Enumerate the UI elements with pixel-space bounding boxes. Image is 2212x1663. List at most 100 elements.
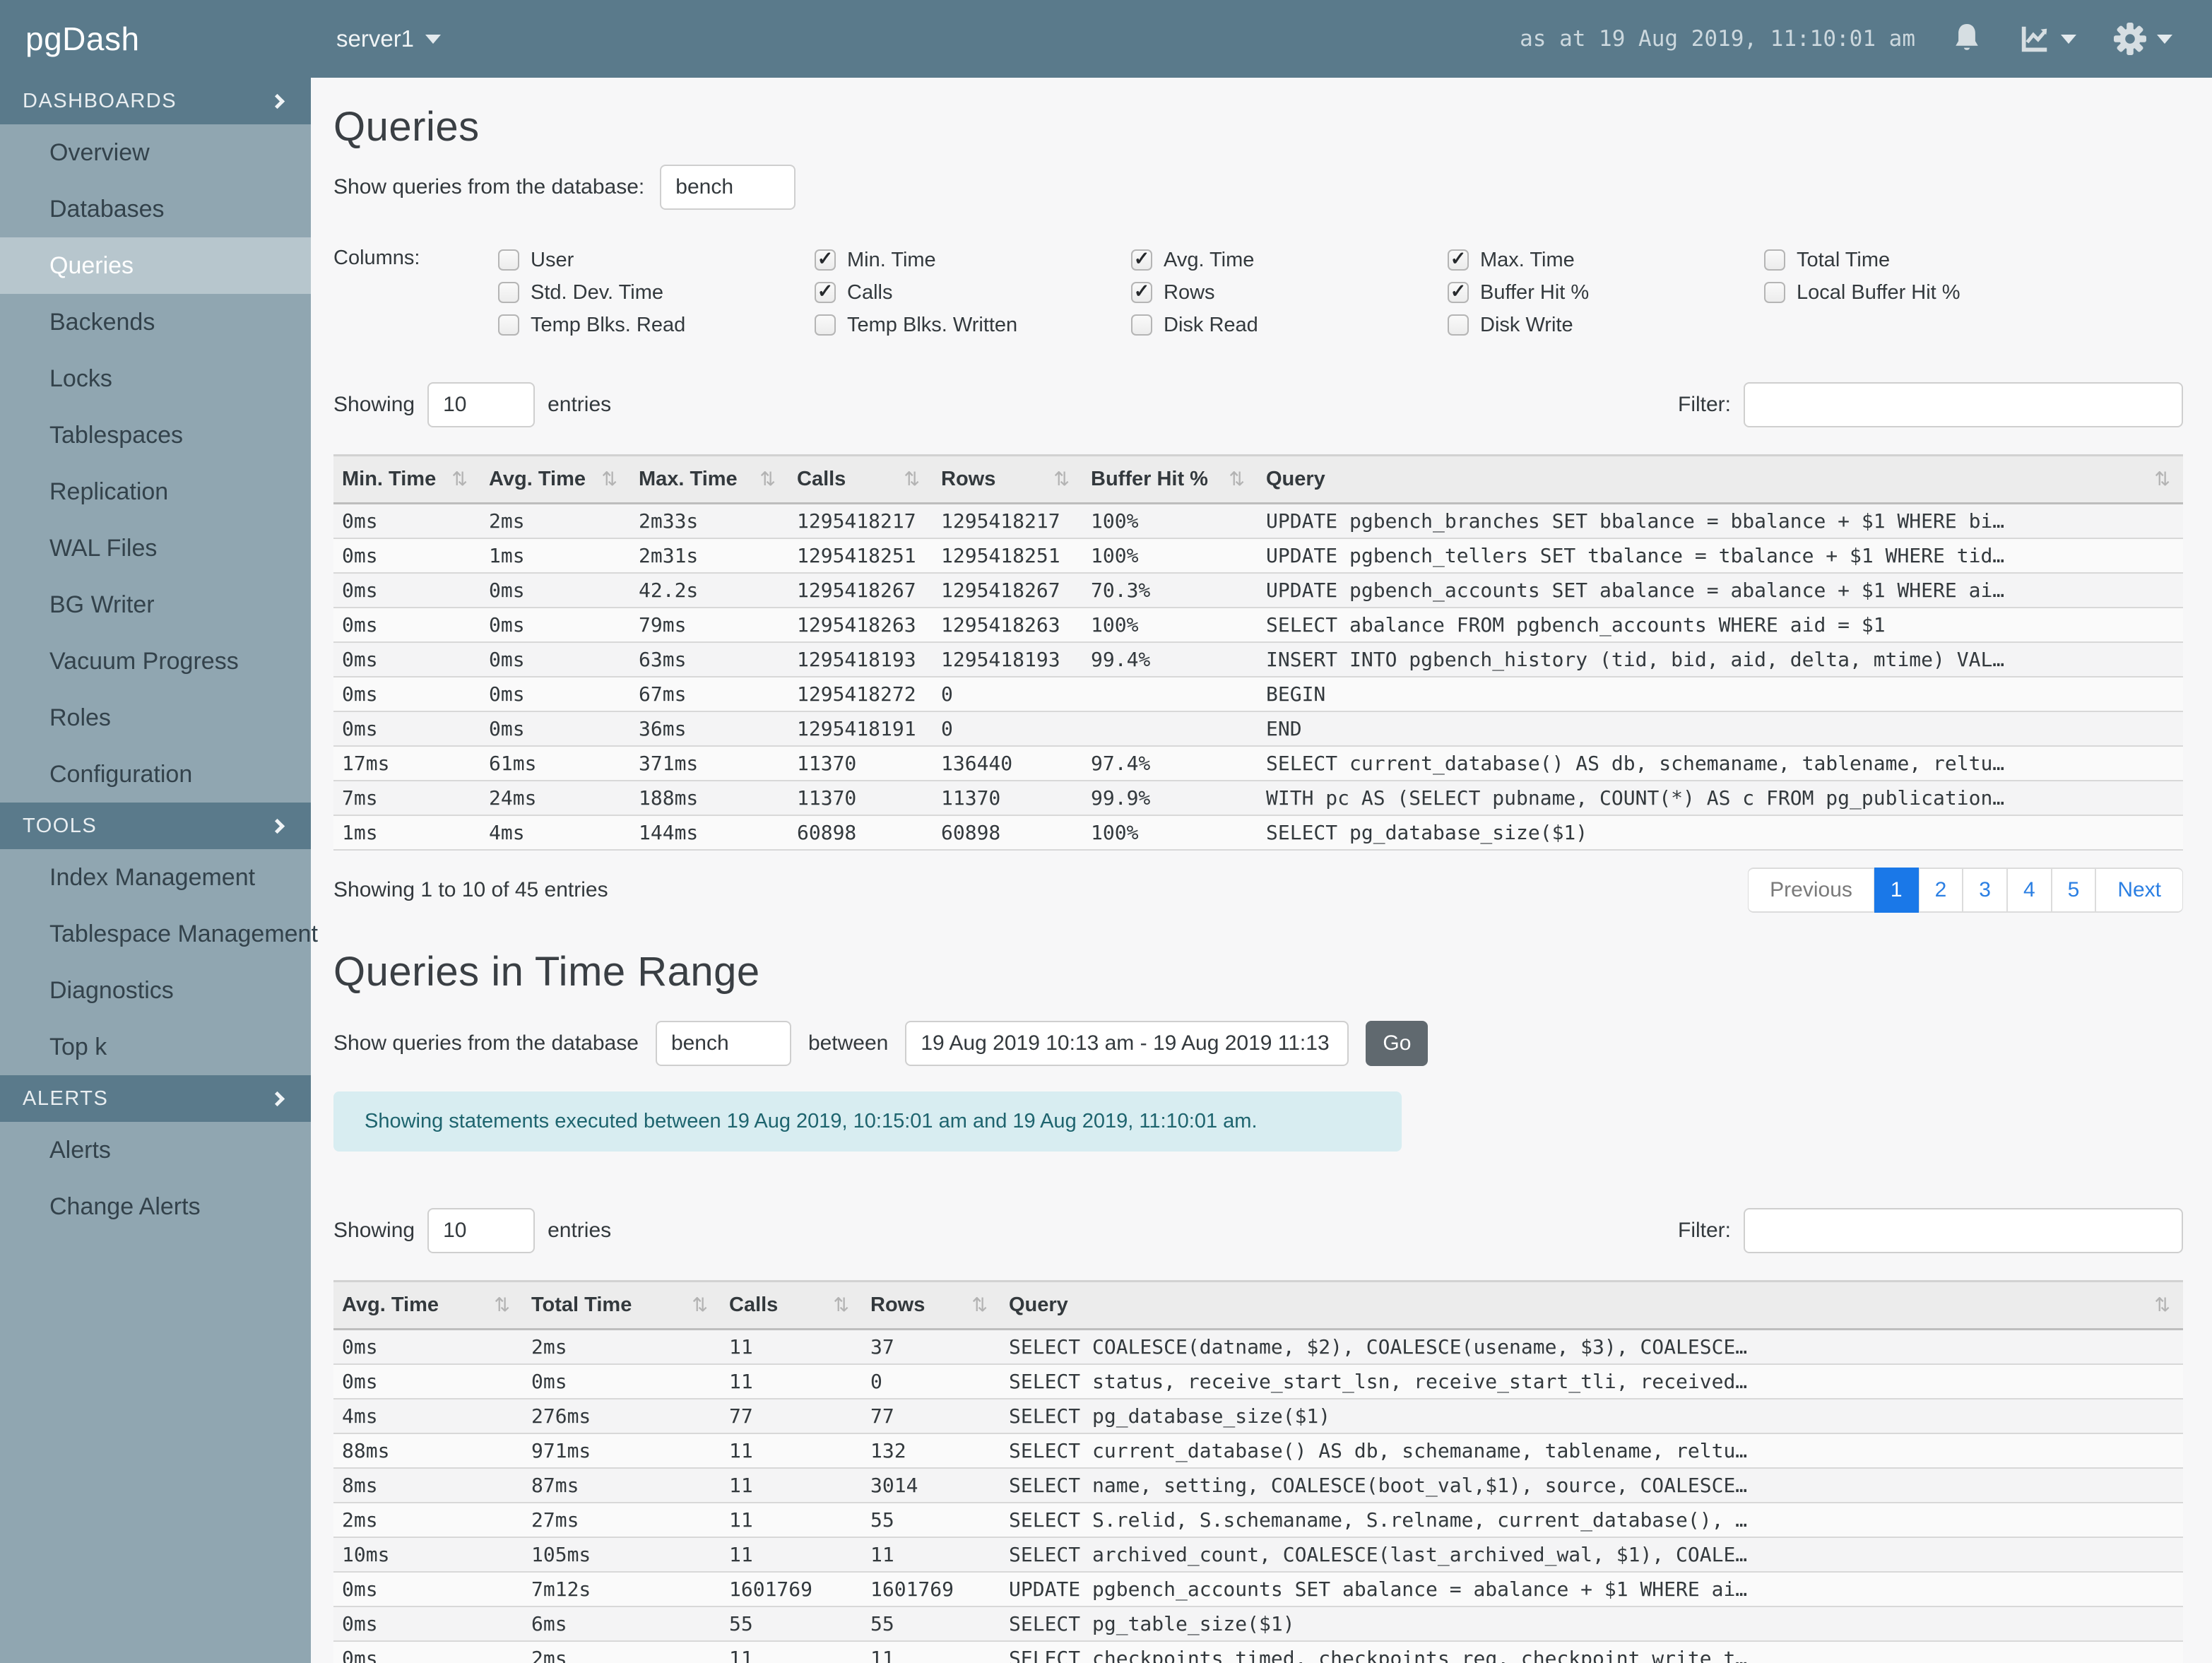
page-button-2[interactable]: 2: [1918, 868, 1963, 913]
query-link[interactable]: SELECT name, setting, COALESCE(boot_val,…: [1000, 1468, 2183, 1503]
query-link[interactable]: SELECT checkpoints_timed, checkpoints_re…: [1000, 1641, 2183, 1663]
sidebar-item-configuration[interactable]: Configuration: [0, 746, 311, 803]
query-link[interactable]: BEGIN: [1258, 677, 2183, 712]
sort-icon[interactable]: ⇅: [494, 1294, 510, 1315]
sidebar-item-index-management[interactable]: Index Management: [0, 849, 311, 906]
sidebar-item-locks[interactable]: Locks: [0, 350, 311, 407]
query-link[interactable]: SELECT current_database() AS db, scheman…: [1258, 746, 2183, 781]
column-checkbox-local-buffer-hit[interactable]: Local Buffer Hit %: [1764, 276, 2081, 309]
sidebar-item-change-alerts[interactable]: Change Alerts: [0, 1178, 311, 1235]
sort-icon[interactable]: ⇅: [451, 468, 468, 490]
sort-icon[interactable]: ⇅: [759, 468, 776, 490]
column-header-query[interactable]: Query ⇅: [1258, 454, 2183, 504]
filter-input-2[interactable]: [1744, 1208, 2183, 1253]
query-link[interactable]: UPDATE pgbench_branches SET bbalance = b…: [1258, 503, 2183, 539]
go-button[interactable]: Go: [1366, 1021, 1429, 1066]
sidebar-item-wal-files[interactable]: WAL Files: [0, 520, 311, 576]
column-header-min-time[interactable]: Min. Time ⇅: [333, 454, 480, 504]
column-header-max-time[interactable]: Max. Time ⇅: [630, 454, 788, 504]
column-checkbox-temp-blks-read[interactable]: Temp Blks. Read: [498, 309, 815, 341]
sidebar-item-diagnostics[interactable]: Diagnostics: [0, 962, 311, 1019]
filter-input[interactable]: [1744, 382, 2183, 427]
query-link[interactable]: SELECT status, receive_start_lsn, receiv…: [1000, 1364, 2183, 1399]
column-header-avg-time[interactable]: Avg. Time ⇅: [333, 1280, 523, 1330]
entries-count-input[interactable]: [427, 382, 536, 427]
page-button-3[interactable]: 3: [1963, 868, 2007, 913]
sidebar-section-alerts[interactable]: ALERTS: [0, 1075, 311, 1122]
sidebar-item-tablespaces[interactable]: Tablespaces: [0, 407, 311, 463]
notifications-button[interactable]: [1952, 23, 1982, 55]
sidebar-item-overview[interactable]: Overview: [0, 124, 311, 181]
column-checkbox-buffer-hit[interactable]: Buffer Hit %: [1448, 276, 1764, 309]
column-header-rows[interactable]: Rows ⇅: [862, 1280, 1000, 1330]
sort-icon[interactable]: ⇅: [904, 468, 920, 490]
query-link[interactable]: END: [1258, 711, 2183, 747]
checkbox-icon: [1448, 249, 1469, 271]
column-header-calls[interactable]: Calls ⇅: [788, 454, 933, 504]
sidebar-item-top-k[interactable]: Top k: [0, 1019, 311, 1075]
sidebar-item-alerts[interactable]: Alerts: [0, 1122, 311, 1178]
database-input-2[interactable]: [655, 1021, 791, 1066]
column-header-total-time[interactable]: Total Time ⇅: [523, 1280, 721, 1330]
time-range-input[interactable]: [905, 1021, 1349, 1066]
page-button-5[interactable]: 5: [2051, 868, 2096, 913]
query-link[interactable]: SELECT S.relid, S.schemaname, S.relname,…: [1000, 1503, 2183, 1538]
column-checkbox-disk-read[interactable]: Disk Read: [1131, 309, 1448, 341]
sort-icon[interactable]: ⇅: [601, 468, 617, 490]
column-checkbox-std-dev-time[interactable]: Std. Dev. Time: [498, 276, 815, 309]
column-checkbox-total-time[interactable]: Total Time: [1764, 244, 2081, 276]
sidebar-item-queries[interactable]: Queries: [0, 237, 311, 294]
column-checkbox-disk-write[interactable]: Disk Write: [1448, 309, 1764, 341]
query-link[interactable]: UPDATE pgbench_accounts SET abalance = a…: [1258, 573, 2183, 608]
query-link[interactable]: SELECT pg_database_size($1): [1000, 1399, 2183, 1434]
column-checkbox-max-time[interactable]: Max. Time: [1448, 244, 1764, 276]
query-link[interactable]: INSERT INTO pgbench_history (tid, bid, a…: [1258, 642, 2183, 677]
column-header-rows[interactable]: Rows ⇅: [933, 454, 1082, 504]
page-button-4[interactable]: 4: [2006, 868, 2052, 913]
column-checkbox-avg-time[interactable]: Avg. Time: [1131, 244, 1448, 276]
query-link[interactable]: SELECT archived_count, COALESCE(last_arc…: [1000, 1537, 2183, 1573]
query-link[interactable]: WITH pc AS (SELECT pubname, COUNT(*) AS …: [1258, 781, 2183, 816]
sidebar-item-tablespace-management[interactable]: Tablespace Management: [0, 906, 318, 962]
server-selector[interactable]: server1: [336, 25, 442, 52]
sidebar-item-bg-writer[interactable]: BG Writer: [0, 576, 311, 633]
sort-icon[interactable]: ⇅: [2154, 468, 2170, 490]
sidebar-section-tools[interactable]: TOOLS: [0, 803, 311, 849]
column-checkbox-min-time[interactable]: Min. Time: [815, 244, 1131, 276]
column-checkbox-user[interactable]: User: [498, 244, 815, 276]
sort-icon[interactable]: ⇅: [971, 1294, 988, 1315]
query-link[interactable]: UPDATE pgbench_tellers SET tbalance = tb…: [1258, 538, 2183, 574]
previous-page-button[interactable]: Previous: [1748, 868, 1874, 913]
charts-menu-button[interactable]: [2018, 23, 2076, 55]
settings-menu-button[interactable]: [2113, 22, 2172, 56]
sort-icon[interactable]: ⇅: [1053, 468, 1070, 490]
query-link[interactable]: SELECT abalance FROM pgbench_accounts WH…: [1258, 608, 2183, 643]
column-checkbox-rows[interactable]: Rows: [1131, 276, 1448, 309]
query-link[interactable]: SELECT COALESCE(datname, $2), COALESCE(u…: [1000, 1329, 2183, 1365]
query-link[interactable]: SELECT pg_table_size($1): [1000, 1606, 2183, 1642]
entries-count-input-2[interactable]: [427, 1208, 536, 1253]
sidebar-item-backends[interactable]: Backends: [0, 294, 311, 350]
checkbox-label: Avg. Time: [1164, 248, 1255, 271]
query-link[interactable]: SELECT pg_database_size($1): [1258, 815, 2183, 851]
column-checkbox-calls[interactable]: Calls: [815, 276, 1131, 309]
sidebar-item-replication[interactable]: Replication: [0, 463, 311, 520]
sort-icon[interactable]: ⇅: [1229, 468, 1245, 490]
sidebar-item-databases[interactable]: Databases: [0, 181, 311, 237]
page-button-1[interactable]: 1: [1874, 868, 1919, 913]
next-page-button[interactable]: Next: [2095, 868, 2183, 913]
sort-icon[interactable]: ⇅: [2154, 1294, 2170, 1315]
column-header-query[interactable]: Query ⇅: [1000, 1280, 2183, 1330]
query-link[interactable]: SELECT current_database() AS db, scheman…: [1000, 1433, 2183, 1469]
sort-icon[interactable]: ⇅: [692, 1294, 708, 1315]
column-header-buffer-hit[interactable]: Buffer Hit % ⇅: [1082, 454, 1258, 504]
sidebar-section-dashboards[interactable]: DASHBOARDS: [0, 78, 311, 124]
sort-icon[interactable]: ⇅: [833, 1294, 849, 1315]
sidebar-item-vacuum-progress[interactable]: Vacuum Progress: [0, 633, 311, 690]
sidebar-item-roles[interactable]: Roles: [0, 690, 311, 746]
column-header-avg-time[interactable]: Avg. Time ⇅: [480, 454, 630, 504]
column-header-calls[interactable]: Calls ⇅: [721, 1280, 862, 1330]
database-input[interactable]: [660, 165, 796, 210]
column-checkbox-temp-blks-written[interactable]: Temp Blks. Written: [815, 309, 1131, 341]
query-link[interactable]: UPDATE pgbench_accounts SET abalance = a…: [1000, 1572, 2183, 1607]
